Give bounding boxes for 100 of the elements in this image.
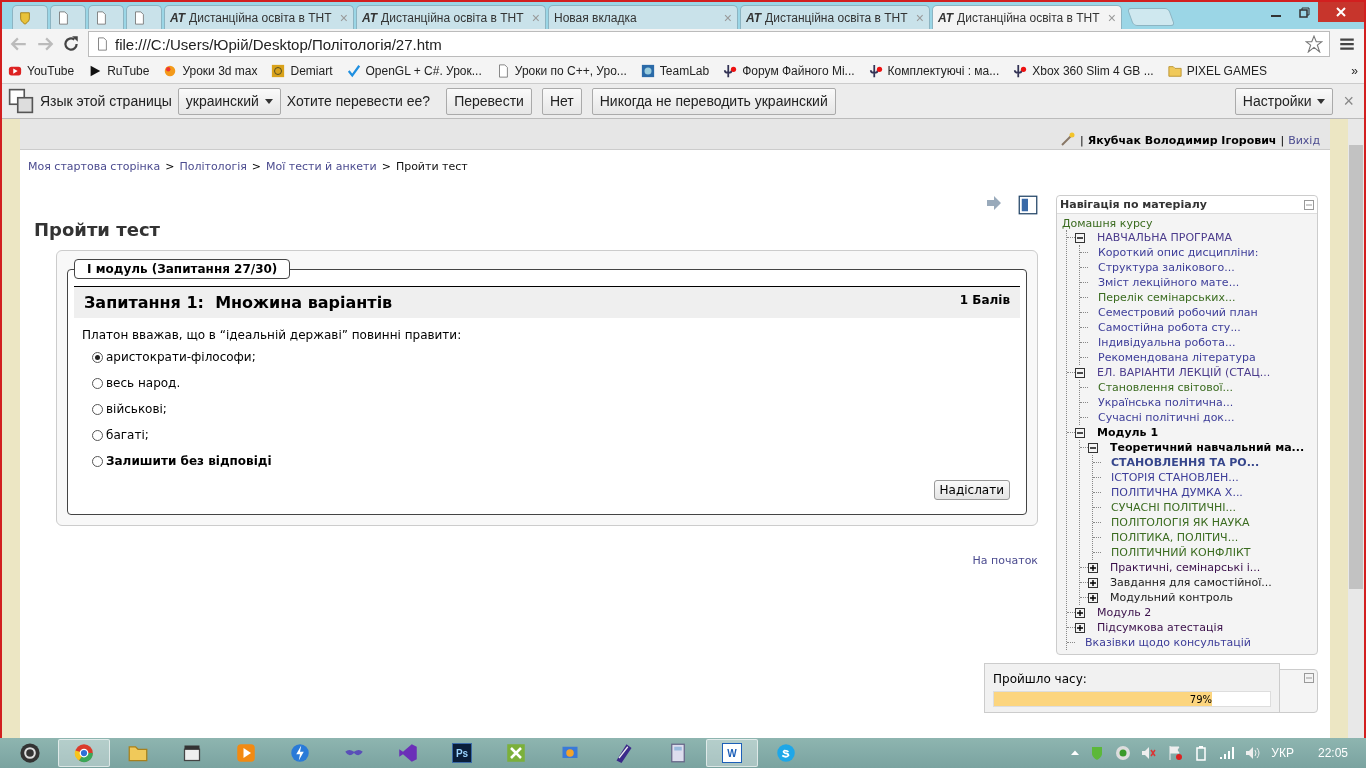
bookmark[interactable]: Уроки 3d max [163,64,258,78]
clapper-icon[interactable] [182,743,202,763]
tree-item[interactable]: СУЧАСНІ ПОЛІТИЧНІ... [1105,500,1237,515]
tree-item[interactable]: ПОЛІТИЧНИЙ КОНФЛІКТ [1105,545,1251,560]
more-bookmarks[interactable]: » [1351,64,1358,78]
browser-icon[interactable] [74,743,94,763]
tree-item[interactable]: СТАНОВЛЕННЯ ТА РО... [1105,455,1260,470]
to-top-link[interactable]: На початок [972,554,1038,567]
tree-item[interactable]: Самостійна робота сту... [1092,320,1241,335]
play-icon[interactable] [236,743,256,763]
menu-icon[interactable] [1338,35,1356,53]
collapse-icon[interactable] [1075,427,1085,438]
browser-tab[interactable]: AT Дистанційна освіта в ТНТ × [740,5,930,29]
radio-button[interactable] [92,429,103,441]
tree-item[interactable]: НАВЧАЛЬНА ПРОГРАМА [1091,230,1232,245]
radio-button[interactable] [92,351,103,363]
logout-link[interactable]: Вихід [1288,134,1320,147]
bookmark[interactable]: Форум Файного Мі... [723,64,855,78]
radio-button[interactable] [92,455,103,467]
tree-item[interactable]: ПОЛІТОЛОГІЯ ЯК НАУКА [1105,515,1250,530]
tree-item[interactable]: Структура залікового... [1092,260,1235,275]
browser-tab[interactable]: AT Дистанційна освіта в ТНТ × [356,5,546,29]
address-field[interactable]: file:///C:/Users/Юрій/Desktop/Політологія/27.htm [88,31,1330,57]
tree-item[interactable]: Модульний контроль [1104,590,1234,605]
tree-item[interactable]: ІСТОРІЯ СТАНОВЛЕН... [1105,470,1239,485]
translate-bar-button[interactable]: Никогда не переводить украинский [591,87,836,115]
option-label[interactable]: багаті; [106,428,149,442]
calculator-icon[interactable] [668,743,688,763]
expand-icon[interactable] [1075,622,1085,633]
expand-icon[interactable] [1088,592,1098,603]
browser-tab[interactable] [88,5,124,29]
tree-item[interactable]: Домашня курсу [1057,214,1317,230]
options-button[interactable]: Настройки [1234,87,1334,115]
app-icon[interactable]: Ps [452,743,472,763]
bookmark[interactable]: OpenGL + C#. Урок... [346,64,482,78]
app-icon[interactable] [506,743,526,763]
translate-bar-button[interactable]: Нет [541,87,582,115]
translate-bar-button[interactable]: Перевести [446,87,532,115]
bookmark[interactable]: Уроки по C++, Уро... [495,64,627,78]
layout-icon[interactable] [1018,195,1038,215]
expand-icon[interactable] [1088,577,1098,588]
tree-item[interactable]: Становлення світової... [1092,380,1233,395]
collapse-icon[interactable] [1088,442,1098,453]
taskbar-button[interactable]: Ps [436,739,488,767]
app-icon[interactable]: W [722,743,742,763]
breadcrumb-link[interactable]: Моя стартова сторінка [28,160,161,173]
bookmark[interactable]: Комплектуючі : ма... [868,64,1000,78]
breadcrumb-link[interactable]: Мої тести й анкети [266,160,377,173]
browser-tab[interactable]: Новая вкладка × [548,5,738,29]
star-icon[interactable] [1305,35,1323,53]
tree-item[interactable]: Рекомендована література [1092,350,1256,365]
tree-item[interactable]: Модуль 2 [1091,605,1152,620]
expand-icon[interactable] [1088,562,1098,573]
arrow-icon[interactable] [986,195,1002,211]
language-select[interactable]: украинский [177,87,281,115]
tree-item[interactable]: Перелік семінарських... [1092,290,1236,305]
bookmark[interactable]: RuTube [88,64,150,78]
radio-button[interactable] [92,403,103,415]
bookmark[interactable]: Xbox 360 Slim 4 GB ... [1013,64,1154,78]
bookmark[interactable]: Demiart [271,64,333,78]
collapse-icon[interactable] [1075,232,1085,243]
tree-item[interactable]: Модуль 1 [1091,425,1159,440]
browser-tab[interactable] [126,5,162,29]
lightning-icon[interactable] [290,743,310,763]
skype-icon[interactable] [776,743,796,763]
tree-item[interactable]: Підсумкова атестація [1091,620,1224,635]
expand-icon[interactable] [1075,607,1085,618]
start-icon[interactable] [19,742,41,764]
scrollbar[interactable] [1348,119,1364,738]
option-label[interactable]: Залишити без відповіді [106,454,272,468]
tree-item[interactable]: ЕЛ. ВАРІАНТИ ЛЕКЦІЙ (СТАЦ... [1091,365,1271,380]
tree-item[interactable]: ПОЛІТИЧНА ДУМКА Х... [1105,485,1243,500]
option-label[interactable]: весь народ. [106,376,181,390]
browser-tab[interactable]: AT Дистанційна освіта в ТНТ × [932,5,1122,29]
tree-item[interactable]: ПОЛІТИКА, ПОЛІТИЧ... [1105,530,1239,545]
radio-button[interactable] [92,377,103,389]
taskbar-button[interactable]: W [706,739,758,767]
tree-item[interactable]: Зміст лекційного мате... [1092,275,1240,290]
option-label[interactable]: військові; [106,402,167,416]
submit-button[interactable]: Надіслати [933,480,1010,500]
tree-item[interactable]: Індивідуальна робота... [1092,335,1236,350]
reload-icon[interactable] [62,35,80,53]
option-label[interactable]: аристократи-філософи; [106,350,256,364]
tree-item[interactable]: Короткий опис дисципліни: [1092,245,1259,260]
tree-item[interactable]: Семестровий робочий план [1092,305,1258,320]
collapse-icon[interactable] [1075,367,1085,378]
tree-item[interactable]: Теоретичний навчальний ма... [1104,440,1305,455]
tree-item[interactable]: Вказівки щодо консультацій [1079,635,1251,650]
folder-icon[interactable] [128,743,148,763]
tree-item[interactable]: Сучасні політичні док... [1092,410,1235,425]
bookmark[interactable]: PIXEL GAMES [1167,64,1267,78]
bookmark[interactable]: TeamLab [640,64,710,78]
browser-tab[interactable]: AT Дистанційна освіта в ТНТ × [164,5,354,29]
tree-item[interactable]: Українська політична... [1092,395,1234,410]
browser-tab[interactable] [50,5,86,29]
close-button[interactable] [1318,2,1364,22]
bookmark[interactable]: YouTube [8,64,75,78]
tree-item[interactable]: Практичні, семінарські і... [1104,560,1261,575]
tree-item[interactable]: Завдання для самостійної... [1104,575,1272,590]
breadcrumb-link[interactable]: Політологія [179,160,247,173]
